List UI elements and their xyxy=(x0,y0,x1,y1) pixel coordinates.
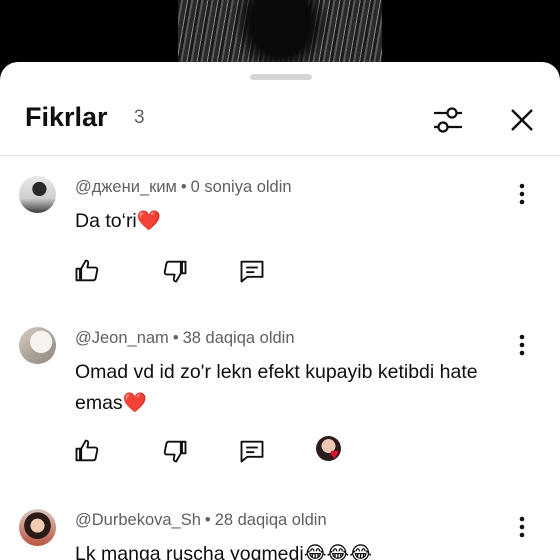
comment-more-button[interactable] xyxy=(510,180,534,208)
heart-emoji: ❤️ xyxy=(122,392,147,414)
comment-meta: @Jeon_nam • 38 daqiqa oldin xyxy=(75,329,295,348)
avatar[interactable] xyxy=(19,176,56,213)
sliders-icon xyxy=(434,107,462,133)
comment-text: Lk manga ruscha yoqmedi😂😂😂 xyxy=(75,539,495,560)
like-button[interactable] xyxy=(70,254,104,288)
comment-item: @джени_ким • 0 soniya oldin Da to‘ri❤️ xyxy=(0,176,560,296)
avatar[interactable] xyxy=(19,509,56,546)
like-button[interactable] xyxy=(70,434,104,468)
creator-heart-badge: ♥ xyxy=(316,436,348,468)
reply-icon xyxy=(240,260,264,283)
dislike-button[interactable] xyxy=(158,254,192,288)
thumbs-up-icon xyxy=(75,439,99,462)
comment-author[interactable]: @джени_ким xyxy=(75,178,177,196)
comment-body: Lk manga ruscha yoqmedi xyxy=(75,543,304,560)
comment-item: @Durbekova_Sh • 28 daqiqa oldin Lk manga r… xyxy=(0,509,560,560)
thumbs-up-icon xyxy=(75,259,99,282)
comment-more-button[interactable] xyxy=(510,513,534,541)
comments-sheet: Fikrlar 3 @джени_ким • 0 soniya oldin Da t… xyxy=(0,62,560,560)
laugh-emoji: 😂😂😂 xyxy=(303,543,373,560)
thumbs-down-icon xyxy=(163,440,187,463)
close-button[interactable] xyxy=(502,100,542,140)
comment-actions: ♥ xyxy=(70,434,390,468)
comment-body: Da to‘ri xyxy=(75,210,137,232)
creator-heart-icon: ♥ xyxy=(330,446,339,463)
more-vertical-icon xyxy=(519,334,525,356)
comment-author[interactable]: @Jeon_nam xyxy=(75,329,169,347)
close-icon xyxy=(511,109,533,131)
comment-author[interactable]: @Durbekova_Sh xyxy=(75,511,201,529)
comment-text: Da to‘ri❤️ xyxy=(75,206,495,237)
avatar[interactable] xyxy=(19,327,56,364)
comment-text: Omad vd id zo'r lekn efekt kupayib ketib… xyxy=(75,357,495,419)
meta-separator: • xyxy=(180,178,187,196)
reply-button[interactable] xyxy=(235,254,269,288)
header-divider xyxy=(0,155,560,156)
meta-separator: • xyxy=(204,511,211,529)
reply-icon xyxy=(240,440,264,463)
thumbs-down-icon xyxy=(163,260,187,283)
comment-meta: @джени_ким • 0 soniya oldin xyxy=(75,178,292,197)
comment-time: 38 daqiqa oldin xyxy=(182,329,295,347)
comments-count: 3 xyxy=(134,107,145,128)
dislike-button[interactable] xyxy=(158,434,192,468)
more-vertical-icon xyxy=(519,183,525,205)
comment-more-button[interactable] xyxy=(510,331,534,359)
comment-meta: @Durbekova_Sh • 28 daqiqa oldin xyxy=(75,511,327,530)
comments-title: Fikrlar xyxy=(25,102,108,132)
comments-header: Fikrlar 3 xyxy=(0,90,560,154)
meta-separator: • xyxy=(172,329,179,347)
comment-time: 28 daqiqa oldin xyxy=(214,511,327,529)
comment-actions xyxy=(70,254,390,288)
more-vertical-icon xyxy=(519,516,525,538)
comment-time: 0 soniya oldin xyxy=(190,178,292,196)
filter-button[interactable] xyxy=(428,100,468,140)
reply-button[interactable] xyxy=(235,434,269,468)
heart-emoji: ❤️ xyxy=(136,210,162,232)
drag-handle[interactable] xyxy=(250,74,312,80)
comment-item: @Jeon_nam • 38 daqiqa oldin Omad vd id zo'… xyxy=(0,327,560,497)
